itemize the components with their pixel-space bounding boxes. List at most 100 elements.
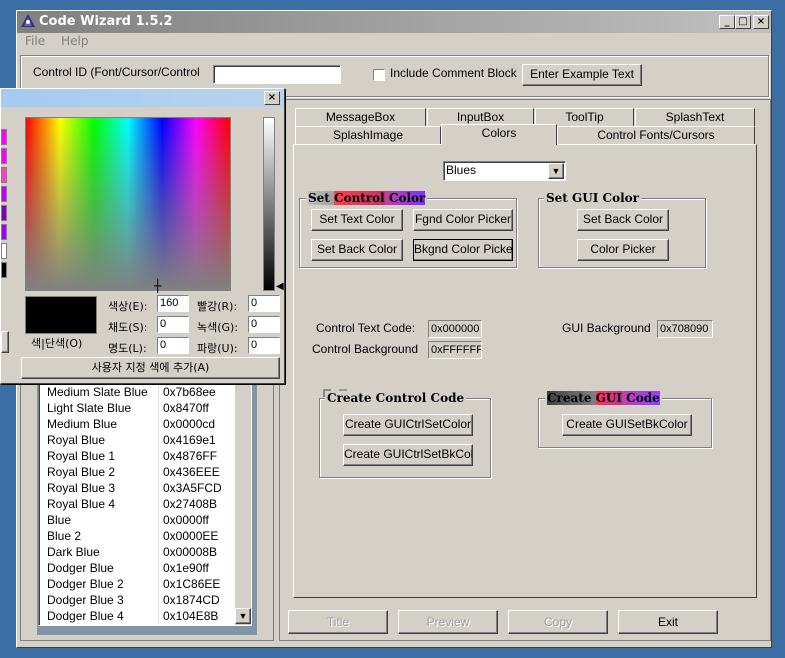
preview-button[interactable]: Preview [398,610,498,634]
hue-input[interactable]: 160 [157,295,189,312]
list-item[interactable]: Royal Blue 1 0x4876FF [39,448,251,464]
custom-color-swatch[interactable] [1,262,7,278]
custom-color-swatch[interactable] [1,205,7,221]
gui-background-label: GUI Background [562,321,651,335]
list-item[interactable]: Blue 2 0x0000EE [39,528,251,544]
set-text-color-button[interactable]: Set Text Color [311,209,403,231]
include-comment-checkbox[interactable] [373,69,385,81]
custom-color-swatch[interactable] [1,186,7,202]
dialog-close-button[interactable]: × [264,91,280,105]
palette-select-value: Blues [446,163,477,177]
app-icon [20,14,36,28]
green-input[interactable]: 0 [248,316,280,333]
maximize-button[interactable]: □ [735,15,751,29]
tab-splashimage[interactable]: SplashImage [295,126,441,144]
title-part-create: Create [547,391,596,405]
list-item[interactable]: Dodger Blue 0x1e90ff [39,560,251,576]
title-part-control: Control [334,191,385,205]
sat-input[interactable]: 0 [157,316,189,333]
color-solid-label: 색|단색(O) [31,337,83,350]
color-name-cell: Royal Blue [39,432,159,448]
set-gui-back-color-button[interactable]: Set Back Color [577,209,669,231]
title-bar: Code Wizard 1.5.2 [17,11,771,33]
window-title: Code Wizard 1.5.2 [39,14,173,29]
red-input[interactable]: 0 [248,295,280,312]
control-id-input[interactable] [213,65,341,84]
custom-color-swatch[interactable] [1,148,7,164]
tab-splashtext[interactable]: SplashText [635,108,755,126]
menu-help[interactable]: Help [61,34,88,48]
fgnd-color-picker-button[interactable]: Fgnd Color Picker [413,209,513,231]
color-dialog: × ┼ ◀ 색|단색(O) 색상(E): 160 채도(S): 0 명도(L):… [0,88,285,384]
color-code-cell: 0x436EEE [163,465,220,479]
title-part-gui: GUI [595,391,622,405]
tab-colors[interactable]: Colors [441,124,557,145]
color-list-rows: Medium Slate Blue 0x7b68ee Light Slate Blu… [39,384,251,624]
green-label: 녹색(G): [197,321,239,334]
list-item[interactable]: Royal Blue 4 0x27408B [39,496,251,512]
exit-button[interactable]: Exit [618,610,718,634]
bkgnd-color-picker-button[interactable]: Bkgnd Color Picker [413,239,513,261]
blue-input[interactable]: 0 [248,337,280,354]
list-item[interactable]: Dodger Blue 3 0x1874CD [39,592,251,608]
color-code-cell: 0x104E8B [163,609,219,623]
lum-input[interactable]: 0 [157,337,189,354]
luminance-arrow-icon[interactable]: ◀ [276,282,284,292]
color-list[interactable]: Medium Slate Blue 0x7b68ee Light Slate Blu… [38,383,252,626]
minimize-button[interactable]: _ [719,15,735,29]
list-item[interactable]: Dark Blue 0x00008B [39,544,251,560]
list-item[interactable]: Blue 0x0000ff [39,512,251,528]
custom-color-swatch[interactable] [1,129,7,145]
color-name-cell: Dodger Blue [39,560,159,576]
add-to-custom-colors-button[interactable]: 사용자 지정 색에 추가(A) [21,357,280,379]
list-item[interactable]: Medium Slate Blue 0x7b68ee [39,384,251,400]
red-label: 빨강(R): [197,300,238,313]
crosshair-icon: ┼ [154,279,162,293]
list-item[interactable]: Dodger Blue 2 0x1C86EE [39,576,251,592]
copy-button[interactable]: Copy [508,610,608,634]
title-button[interactable]: Title [288,610,388,634]
list-item[interactable]: Royal Blue 0x4169e1 [39,432,251,448]
color-name-cell: Royal Blue 3 [39,480,159,496]
lum-label: 명도(L): [108,342,147,355]
gui-color-picker-button[interactable]: Color Picker [577,239,669,261]
enter-example-button[interactable]: Enter Example Text [522,64,642,86]
color-code-cell: 0x27408B [163,497,218,511]
custom-color-swatch[interactable] [1,224,7,240]
title-part-code: Code [621,391,660,405]
color-code-cell: 0x4876FF [163,449,218,463]
control-background-value: 0xFFFFFF [428,341,482,359]
hue-label: 색상(E): [108,300,148,313]
tab-control-fonts[interactable]: Control Fonts/Cursors [557,126,755,144]
set-control-back-color-button[interactable]: Set Back Color [311,239,403,261]
define-custom-colors-button[interactable] [1,331,9,353]
tab-messagebox[interactable]: MessageBox [295,108,426,126]
color-code-cell: 0x1C86EE [163,577,221,591]
control-text-code-label: Control Text Code: [316,321,416,335]
color-code-cell: 0x7b68ee [163,385,216,399]
create-guictrlsetcolor-button[interactable]: Create GUICtrlSetColor [343,414,473,436]
list-scrollbar[interactable] [235,384,251,625]
scroll-down-icon[interactable]: ▼ [235,608,251,624]
chevron-down-icon[interactable]: ▼ [548,163,564,179]
list-item[interactable]: Royal Blue 3 0x3A5FCD [39,480,251,496]
create-control-code-title: Create Control Code [325,391,467,405]
list-item[interactable]: Medium Blue 0x0000cd [39,416,251,432]
blue-label: 파랑(U): [197,342,238,355]
list-item[interactable]: Royal Blue 2 0x436EEE [39,464,251,480]
create-guictrlsetbkcolor-button[interactable]: Create GUICtrlSetBkColor [343,444,473,466]
control-id-label: Control ID (Font/Cursor/Control [33,65,200,79]
close-button[interactable]: × [753,15,769,29]
create-guisetbkcolor-button[interactable]: Create GUISetBkColor [562,414,692,436]
gui-background-value: 0x708090 [657,320,713,338]
luminance-bar[interactable] [263,117,275,291]
color-spectrum[interactable]: ┼ [25,117,231,293]
color-name-cell: Dark Blue [39,544,159,560]
menu-file[interactable]: File [25,34,45,48]
list-item[interactable]: Dodger Blue 4 0x104E8B [39,608,251,624]
color-name-cell: Royal Blue 4 [39,496,159,512]
custom-color-swatch[interactable] [1,243,7,259]
set-gui-color-title: Set GUI Color [544,191,641,205]
custom-color-swatch[interactable] [1,167,7,183]
list-item[interactable]: Light Slate Blue 0x8470ff [39,400,251,416]
